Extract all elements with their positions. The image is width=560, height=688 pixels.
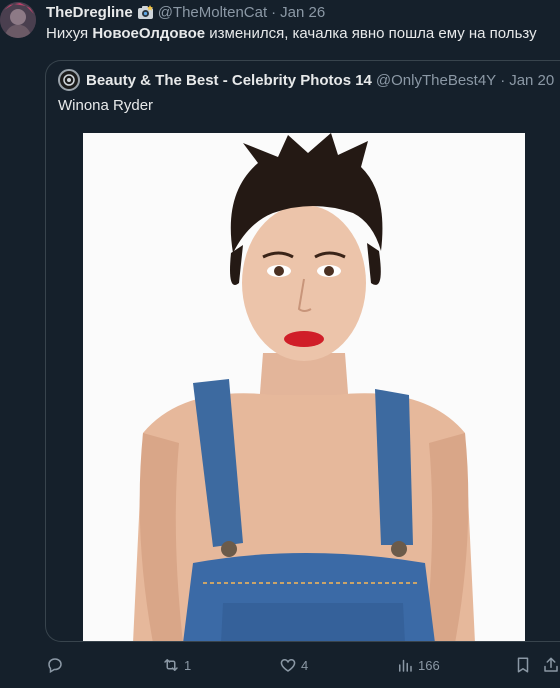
reply-button[interactable] (46, 652, 64, 678)
quote-separator-dot: · (500, 71, 506, 89)
retweet-count: 1 (184, 657, 192, 673)
quote-author-name[interactable]: Beauty & The Best - Celebrity Photos 14 (86, 72, 372, 89)
avatar[interactable] (0, 2, 36, 38)
views-count: 166 (418, 657, 440, 673)
tweet-header: TheDregline @TheMoltenCat · Jan 26 (46, 3, 325, 21)
tweet-text: Нихуя НовоеОлдовое изменился, качалка яв… (46, 24, 537, 43)
retweet-icon (164, 659, 178, 671)
views-icon (399, 659, 412, 672)
retweet-button[interactable]: 1 (162, 652, 191, 678)
tweet-text-prefix: Нихуя (46, 25, 93, 42)
quote-avatar[interactable] (58, 69, 80, 91)
camera-badge-icon (137, 4, 154, 21)
action-bar: 1 4 166 (0, 652, 560, 680)
separator-dot: · (271, 3, 277, 21)
like-count: 4 (301, 657, 309, 673)
like-button[interactable]: 4 (279, 652, 308, 678)
quote-photo[interactable] (83, 133, 525, 641)
reply-icon (48, 658, 62, 674)
tweet[interactable]: TheDregline @TheMoltenCat · Jan 26 Нихуя… (0, 0, 560, 688)
author-name[interactable]: TheDregline (46, 4, 133, 21)
views-button[interactable]: 166 (396, 652, 440, 678)
bookmark-button[interactable] (514, 652, 532, 678)
heart-icon (280, 658, 296, 672)
author-handle[interactable]: @TheMoltenCat (158, 4, 267, 21)
quote-author-handle[interactable]: @OnlyTheBest4Y (376, 72, 496, 89)
tweet-time[interactable]: Jan 26 (280, 4, 325, 21)
tweet-text-suffix: изменился, качалка явно пошла ему на пол… (205, 25, 537, 42)
share-button[interactable] (542, 652, 560, 678)
share-icon (544, 657, 558, 672)
bookmark-icon (517, 657, 529, 673)
quote-text: Winona Ryder (58, 97, 154, 114)
tweet-text-bold: НовоеОлдовое (92, 25, 206, 42)
quote-header: Beauty & The Best - Celebrity Photos 14 … (58, 69, 554, 91)
quoted-tweet[interactable]: Beauty & The Best - Celebrity Photos 14 … (45, 60, 560, 642)
quote-time[interactable]: Jan 20 (509, 72, 554, 89)
